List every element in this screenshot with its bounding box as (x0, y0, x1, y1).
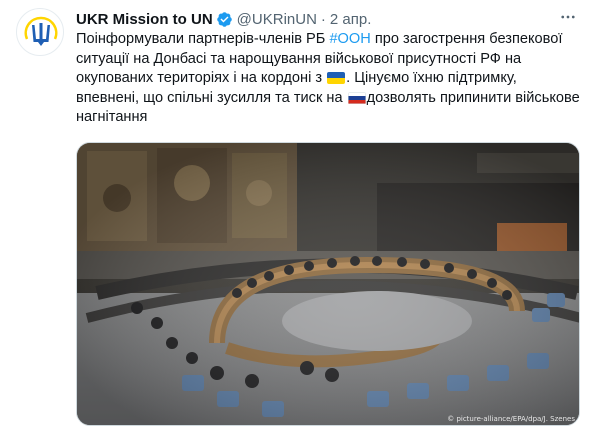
security-council-chamber-photo (77, 143, 579, 425)
avatar[interactable] (16, 8, 64, 56)
tweet-text-part: Поінформували партнерів-членів РБ (76, 31, 330, 47)
author-name[interactable]: UKR Mission to UN (76, 11, 213, 28)
more-options-icon[interactable] (557, 6, 579, 28)
tweet-header: UKR Mission to UN @UKRinUN · 2 апр. (76, 9, 371, 29)
ukraine-trident-icon (24, 16, 58, 46)
tweet-text: Поінформували партнерів-членів РБ #ООН п… (76, 30, 581, 128)
tweet-photo[interactable]: © picture-alliance/EPA/dpa/J. Szenes (76, 142, 580, 426)
header-separator: · (320, 10, 326, 28)
verified-badge-icon (216, 11, 233, 28)
russia-flag-icon (347, 91, 366, 104)
photo-credit: © picture-alliance/EPA/dpa/J. Szenes (447, 415, 575, 423)
tweet-date[interactable]: 2 апр. (330, 11, 371, 28)
hashtag-link[interactable]: #ООН (329, 31, 370, 47)
author-handle[interactable]: @UKRinUN (237, 11, 317, 28)
tweet[interactable]: UKR Mission to UN @UKRinUN · 2 апр. Поін… (0, 0, 593, 431)
ukraine-flag-icon (327, 72, 346, 84)
